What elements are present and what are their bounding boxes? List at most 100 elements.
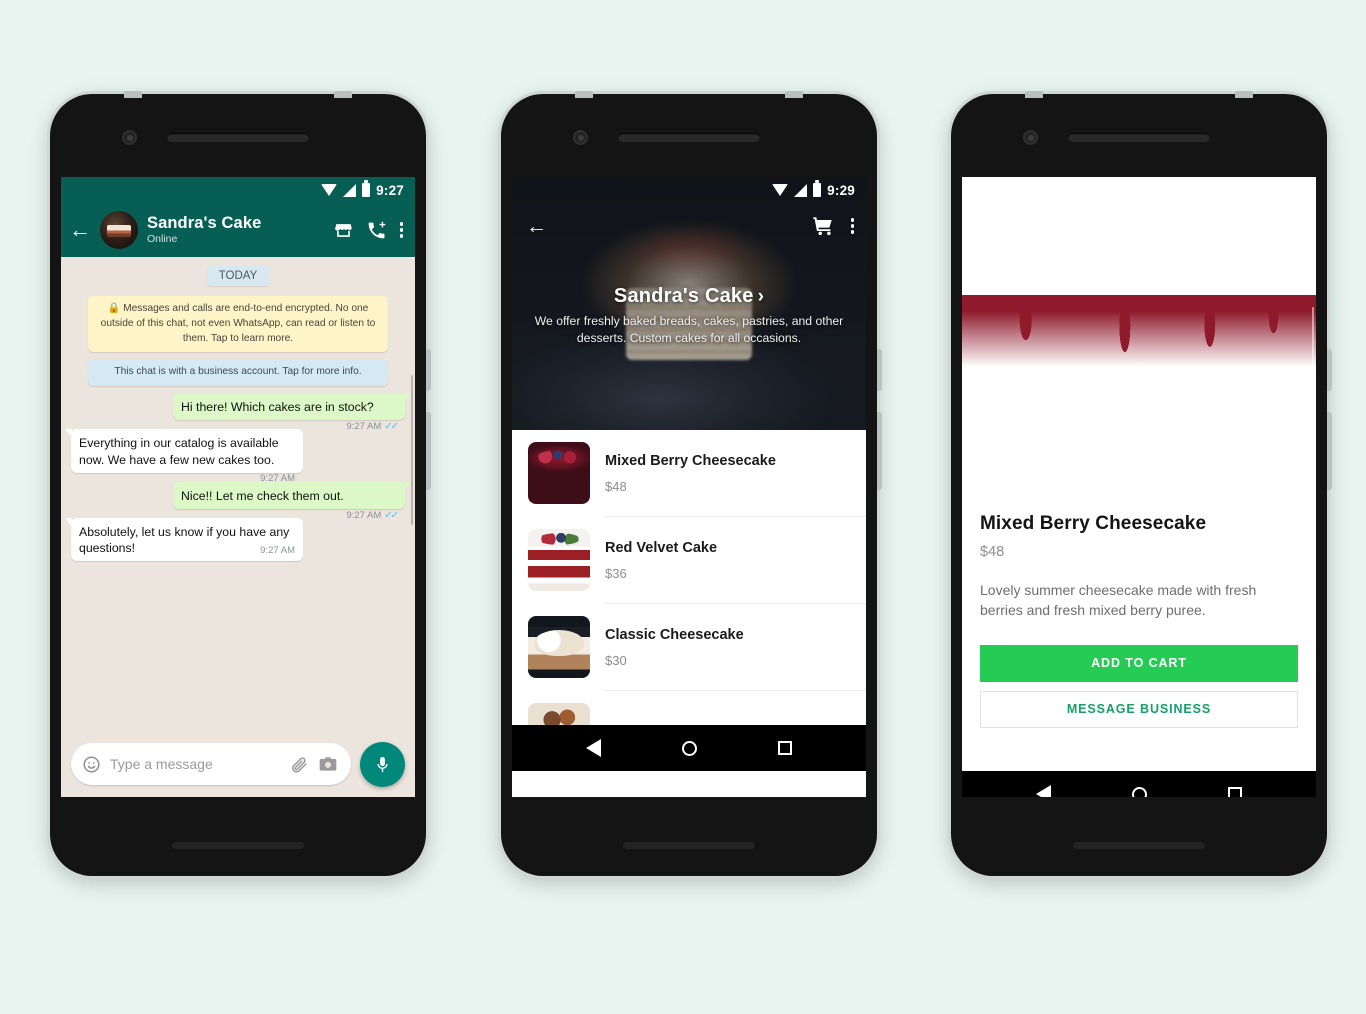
chat-bubble-incoming[interactable]: Everything in our catalog is available n… [65,429,303,484]
message-business-button[interactable]: MESSAGE BUSINESS [980,690,1298,728]
message-meta: 9:27 AM ✓✓ [346,420,399,434]
encryption-notice[interactable]: 🔒 Messages and calls are end-to-end encr… [88,296,388,353]
volume-button[interactable] [877,412,882,490]
product-thumbnail [528,529,590,591]
product-hero-image: 9:29 ← [962,177,1316,495]
bottom-speaker-grille [623,842,755,849]
back-arrow-icon[interactable]: ← [976,216,997,237]
add-to-cart-button[interactable]: ADD TO CART [980,644,1298,682]
chat-bubble-outgoing[interactable]: Nice!! Let me check them out. 9:27 AM ✓✓ [173,481,411,521]
front-camera [573,130,588,145]
screenshot-stage: 9:27 ← Sandra's Cake Online TODAY 🔒 Mess… [0,0,1366,1014]
nav-back-icon[interactable] [1036,785,1052,797]
message-text: Hi there! Which cakes are in stock? [181,400,374,415]
phone-device-catalog: 9:29 ← Sandra's Cake› We offer freshly [501,91,882,876]
catalog-list-item[interactable]: Mixed Berry Cheesecake $48 [512,430,866,516]
android-nav-bar [512,725,866,771]
voice-record-button[interactable] [360,741,405,787]
chat-bubble-outgoing[interactable]: Hi there! Which cakes are in stock? 9:27… [173,393,411,432]
message-text: Everything in our catalog is available n… [79,436,279,467]
message-input-pill[interactable]: Type a message [71,743,351,785]
catalog-list-item[interactable]: Classic Cheesecake $30 [512,604,866,690]
back-arrow-icon[interactable]: ← [69,219,91,241]
product-name: Red Velvet Cake [605,540,718,557]
catalog-top-bar: ← [512,203,866,249]
earpiece-speaker [1068,133,1210,142]
storefront-icon[interactable] [334,221,353,240]
front-camera [122,130,137,145]
chat-title-block[interactable]: Sandra's Cake Online [147,214,325,245]
antenna-band-left [124,91,142,98]
product-price: $48 [980,544,1005,560]
product-description: Lovely summer cheesecake made with fresh… [980,582,1257,619]
power-button[interactable] [1327,349,1332,391]
nav-recents-icon[interactable] [1227,787,1242,797]
wifi-icon [1222,184,1239,196]
message-text: Absolutely, let us know if you have any … [79,525,290,556]
shopping-cart-icon[interactable] [812,215,834,237]
product-name: Classic Cheesecake [605,627,744,644]
screen-catalog: 9:29 ← Sandra's Cake› We offer freshly [512,177,866,797]
catalog-list-item[interactable]: Meringue Cake [512,691,866,725]
front-camera [1023,130,1038,145]
message-input-placeholder[interactable]: Type a message [110,756,281,772]
add-call-icon[interactable] [366,220,387,241]
overflow-menu-icon[interactable] [399,222,403,238]
berry-sauce-drip-decoration [962,295,1316,367]
chat-message-list[interactable]: TODAY 🔒 Messages and calls are end-to-en… [61,257,415,731]
page-scrollbar[interactable] [1311,307,1314,422]
business-account-notice[interactable]: This chat is with a business account. Ta… [88,359,388,387]
product-price: $48 [605,478,627,494]
battery-icon [813,180,822,197]
power-button[interactable] [877,349,882,391]
signal-icon [343,183,357,197]
nav-home-icon[interactable] [1131,786,1147,797]
message-time: 9:27 AM [346,510,382,521]
volume-button[interactable] [426,412,431,490]
chat-bubble-incoming[interactable]: Absolutely, let us know if you have any … [65,518,303,562]
status-bar: 9:29 [962,177,1316,203]
antenna-band-right [334,91,352,98]
signal-icon [794,183,808,197]
volume-button[interactable] [1327,412,1332,490]
phone-device-chat: 9:27 ← Sandra's Cake Online TODAY 🔒 Mess… [50,91,431,876]
camera-icon[interactable] [318,754,338,774]
screen-chat: 9:27 ← Sandra's Cake Online TODAY 🔒 Mess… [61,177,415,797]
microphone-icon [377,756,388,772]
catalog-business-description: We offer freshly baked breads, cakes, pa… [534,314,844,345]
antenna-band-right [1235,91,1253,98]
emoji-icon[interactable] [82,755,101,774]
paperclip-icon[interactable] [290,755,309,774]
catalog-item-info: Red Velvet Cake $36 [605,539,852,580]
power-button[interactable] [426,349,431,391]
nav-recents-icon[interactable] [777,741,792,755]
catalog-product-list[interactable]: Mixed Berry Cheesecake $48 Red Velvet Ca… [512,430,866,725]
product-detail-body: Mixed Berry Cheesecake $48 Lovely summer… [962,495,1316,771]
catalog-item-info: Classic Cheesecake $30 [605,626,852,667]
contact-avatar[interactable] [100,211,138,249]
overflow-menu-icon[interactable] [1300,218,1304,234]
catalog-business-name[interactable]: Sandra's Cake › [530,285,848,308]
message-composer: Type a message [61,731,415,797]
antenna-band-left [575,91,593,98]
screen-product-detail: 9:29 ← Mixed Berry Cheesecake $48 Lovely… [962,177,1316,797]
message-text: Nice!! Let me check them out. [181,488,344,503]
nav-back-icon[interactable] [586,739,602,757]
back-arrow-icon[interactable]: ← [526,216,547,237]
day-divider: TODAY [207,266,269,286]
product-price: $36 [605,565,627,581]
catalog-list-item[interactable]: Red Velvet Cake $36 [512,517,866,603]
chat-presence-status: Online [147,233,178,246]
read-receipt-icon: ✓✓ [384,421,399,433]
status-time: 9:29 [827,182,855,198]
message-meta: 9:27 AM ✓✓ [346,509,399,523]
product-top-bar: ← [962,203,1316,249]
nav-home-icon[interactable] [681,740,697,756]
product-price: $30 [605,652,627,668]
chat-scrollbar[interactable] [410,375,413,525]
chat-contact-name: Sandra's Cake [147,214,262,233]
shopping-cart-icon[interactable] [1262,215,1284,237]
android-nav-bar [962,771,1316,797]
signal-icon [1244,183,1258,197]
overflow-menu-icon[interactable] [850,218,854,234]
